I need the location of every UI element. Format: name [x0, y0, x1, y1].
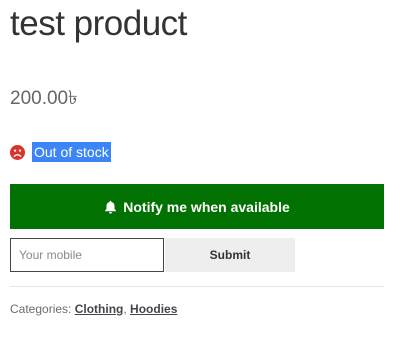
- submit-button[interactable]: Submit: [165, 238, 295, 272]
- categories-label: Categories:: [10, 302, 72, 316]
- product-price: 200.00৳: [10, 88, 78, 109]
- category-link-hoodies[interactable]: Hoodies: [130, 302, 177, 316]
- category-link-clothing[interactable]: Clothing: [75, 302, 124, 316]
- product-title: test product: [10, 4, 187, 43]
- divider: [10, 286, 384, 287]
- mobile-input[interactable]: [10, 238, 164, 272]
- notify-me-label: Notify me when available: [123, 198, 290, 215]
- bell-icon: [105, 200, 117, 214]
- product-categories: Categories: Clothing, Hoodies: [10, 302, 177, 316]
- sad-face-icon: [10, 144, 25, 160]
- stock-status-label: Out of stock: [32, 142, 111, 162]
- notify-me-button[interactable]: Notify me when available: [10, 184, 384, 229]
- stock-status: Out of stock: [10, 142, 111, 162]
